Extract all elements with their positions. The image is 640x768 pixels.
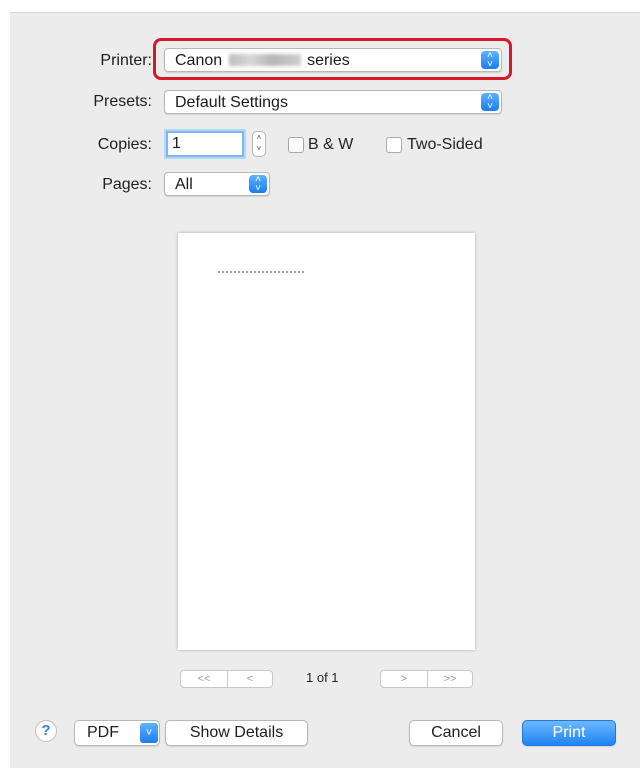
pages-label: Pages: <box>102 176 152 193</box>
pdf-menu-button[interactable]: PDF ˅ <box>74 720 160 746</box>
last-page-button[interactable]: >> <box>427 670 473 688</box>
up-down-chevron-icon: ˄ ˅ <box>481 93 499 112</box>
presets-value: Default Settings <box>175 94 288 111</box>
pages-select[interactable]: All ˄ ˅ <box>164 172 270 196</box>
up-down-chevron-icon: ˄ ˅ <box>481 51 499 70</box>
next-page-button[interactable]: > <box>380 670 428 688</box>
question-icon[interactable]: ? <box>35 720 57 742</box>
printer-select[interactable]: Canon series ˄ ˅ <box>164 48 502 72</box>
printer-name-suffix: series <box>307 52 350 69</box>
bw-checkbox[interactable] <box>288 137 304 153</box>
up-down-chevron-icon: ˄ ˅ <box>249 175 267 194</box>
copies-stepper[interactable]: ˄ ˅ <box>252 131 266 157</box>
chevron-down-icon: ˅ <box>140 723 158 743</box>
copies-input[interactable]: 1 <box>166 131 244 157</box>
show-details-button[interactable]: Show Details <box>165 720 308 746</box>
pages-value: All <box>175 176 193 193</box>
page-preview <box>178 233 475 650</box>
first-page-button[interactable]: << <box>180 670 228 688</box>
printer-label: Printer: <box>100 52 152 69</box>
copies-label: Copies: <box>97 136 152 153</box>
two-sided-checkbox[interactable] <box>386 137 402 153</box>
presets-select[interactable]: Default Settings ˄ ˅ <box>164 90 502 114</box>
cancel-button[interactable]: Cancel <box>409 720 503 746</box>
previous-page-button[interactable]: < <box>227 670 273 688</box>
two-sided-label: Two-Sided <box>407 136 483 153</box>
pdf-label: PDF <box>87 724 119 741</box>
redacted-model <box>228 54 301 66</box>
page-indicator: 1 of 1 <box>306 670 339 685</box>
preview-text-line <box>218 271 304 273</box>
presets-label: Presets: <box>93 93 152 110</box>
bw-label: B & W <box>308 136 354 153</box>
printer-name-prefix: Canon <box>175 52 223 69</box>
print-button[interactable]: Print <box>522 720 616 746</box>
